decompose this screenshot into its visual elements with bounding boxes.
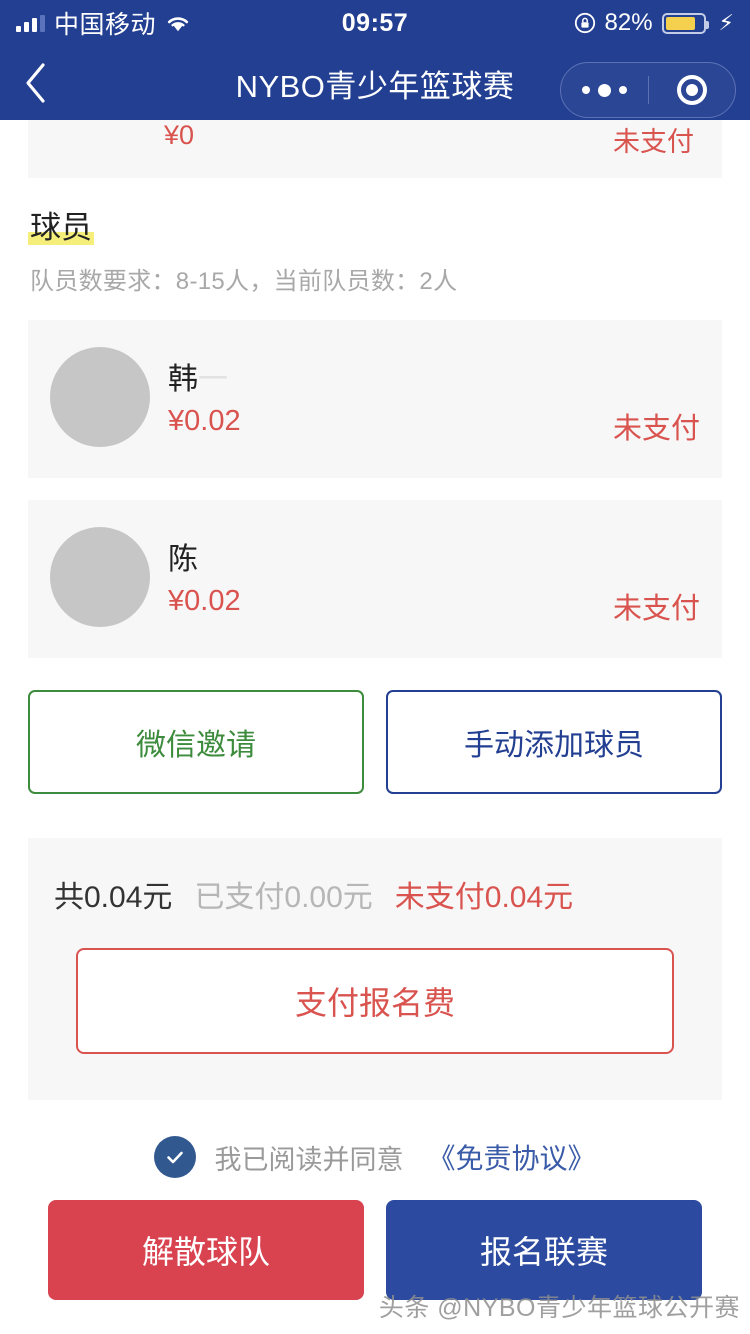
target-circle-icon[interactable] [649,75,736,105]
partial-fee-status: 未支付 [613,127,694,157]
register-league-button[interactable]: 报名联赛 [386,1200,702,1300]
carrier-label: 中国移动 [54,11,157,39]
payment-summary-line: 共0.04元 已支付0.00元 未支付0.04元 [28,872,722,916]
status-bar-left: 中国移动 [16,5,191,41]
partial-fee-amount: ¥0 [164,120,195,150]
players-requirement-text: 队员数要求：8-15人，当前队员数：2人 [30,268,458,295]
battery-icon [661,12,709,34]
agreement-checkbox[interactable] [154,1136,197,1178]
status-bar: 中国移动 09:57 82% ⚡ [0,0,750,46]
signal-bars-icon [16,14,45,32]
agreement-row[interactable]: 我已阅读并同意 《免责协议》 [0,1136,750,1178]
table-row[interactable]: 陈 ¥0.02 未支付 [28,500,722,658]
agreement-label: 我已阅读并同意 [214,1144,404,1175]
status-bar-right: 82% ⚡ [574,9,734,37]
avatar [50,347,150,447]
rotation-lock-icon [574,12,596,34]
player-name: 陈 [168,543,198,576]
payment-summary-card: 共0.04元 已支付0.00元 未支付0.04元 支付报名费 [28,838,722,1100]
unpaid-amount: 未支付0.04元 [394,881,574,914]
pay-registration-fee-button[interactable]: 支付报名费 [76,948,674,1054]
nav-bar: NYBO青少年篮球赛 [0,46,750,120]
battery-percent-label: 82% [604,9,653,36]
miniprogram-capsule[interactable] [560,62,736,118]
manual-add-player-button[interactable]: 手动添加球员 [386,690,722,794]
avatar [50,527,150,627]
player-name: 韩一 [168,363,228,396]
invite-actions: 微信邀请 手动添加球员 [28,690,722,794]
status-badge: 未支付 [612,413,700,445]
app-root: 中国移动 09:57 82% ⚡ NYBO青少年篮球赛 ¥0 未支付 球员 队员… [0,0,750,1334]
player-fee: ¥0.02 [168,585,241,617]
check-icon [167,1151,184,1164]
total-amount: 共0.04元 [54,881,173,914]
paid-amount: 已支付0.00元 [194,881,373,914]
disclaimer-link[interactable]: 《免责协议》 [427,1137,595,1177]
partial-fee-card: ¥0 未支付 [28,120,722,178]
players-section-header: 球员 队员数要求：8-15人，当前队员数：2人 [0,178,750,296]
players-list: 韩一 ¥0.02 未支付 陈 ¥0.02 未支付 [0,320,750,658]
more-dots-icon[interactable] [561,83,648,97]
player-fee: ¥0.02 [168,405,241,437]
status-badge: 未支付 [612,593,700,625]
table-row[interactable]: 韩一 ¥0.02 未支付 [28,320,722,478]
lightning-bolt-icon: ⚡ [718,10,734,35]
disband-team-button[interactable]: 解散球队 [48,1200,364,1300]
wechat-invite-button[interactable]: 微信邀请 [28,690,364,794]
page-content: ¥0 未支付 球员 队员数要求：8-15人，当前队员数：2人 韩一 ¥0.02 … [0,120,750,1334]
players-section-title: 球员 [28,210,94,245]
wifi-icon [165,14,191,33]
bottom-actions: 解散球队 报名联赛 [48,1200,702,1300]
